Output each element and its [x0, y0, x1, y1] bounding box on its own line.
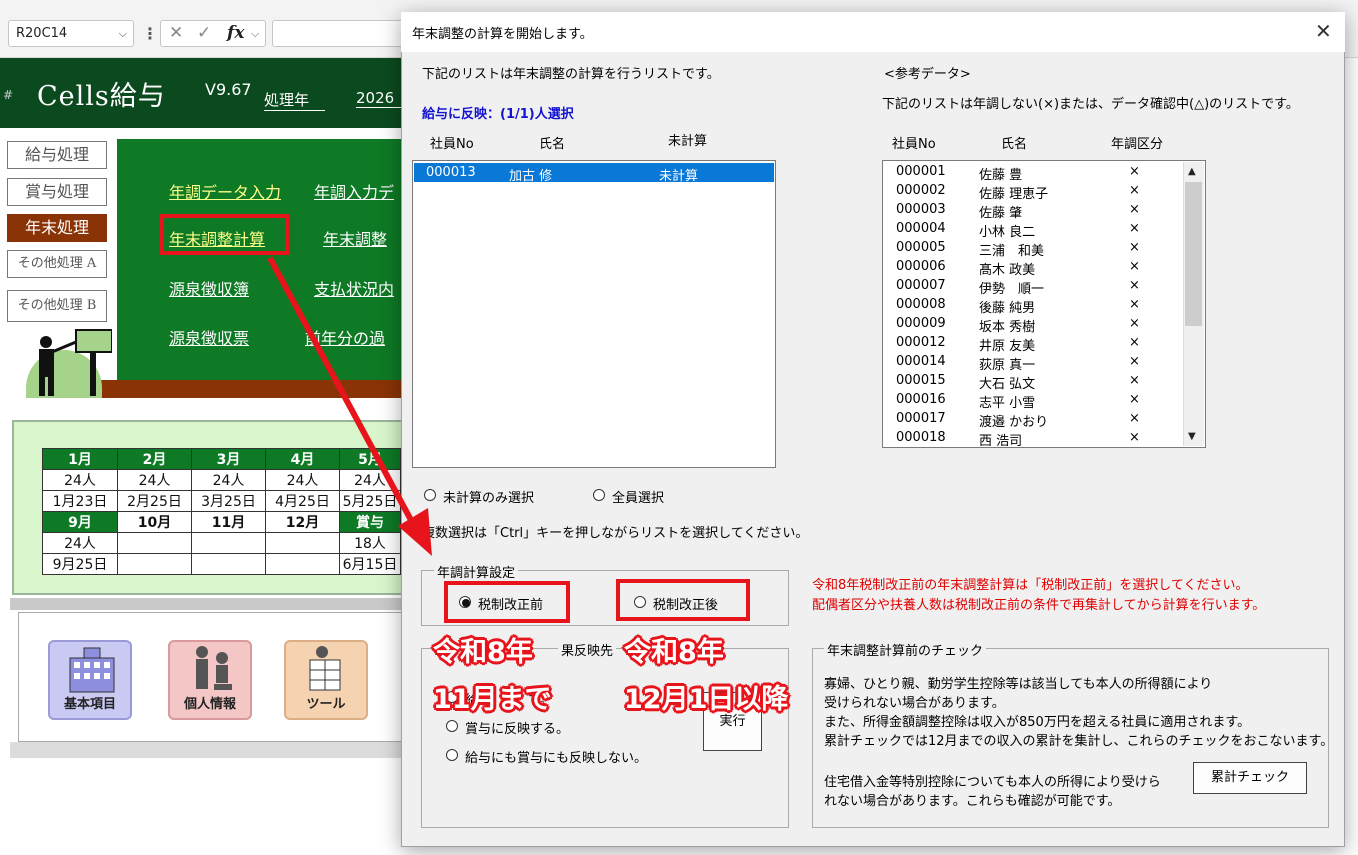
overlay-after-1: 令和8年 [624, 637, 724, 668]
overlay-after-2: 12月1日以降 [624, 684, 789, 715]
arrow-shaft [267, 256, 415, 524]
overlay-before-2: 11月まで [433, 684, 552, 715]
overlay-before-1: 令和8年 [433, 637, 533, 668]
arrow-head [398, 508, 432, 556]
annotation-arrow [267, 256, 432, 556]
